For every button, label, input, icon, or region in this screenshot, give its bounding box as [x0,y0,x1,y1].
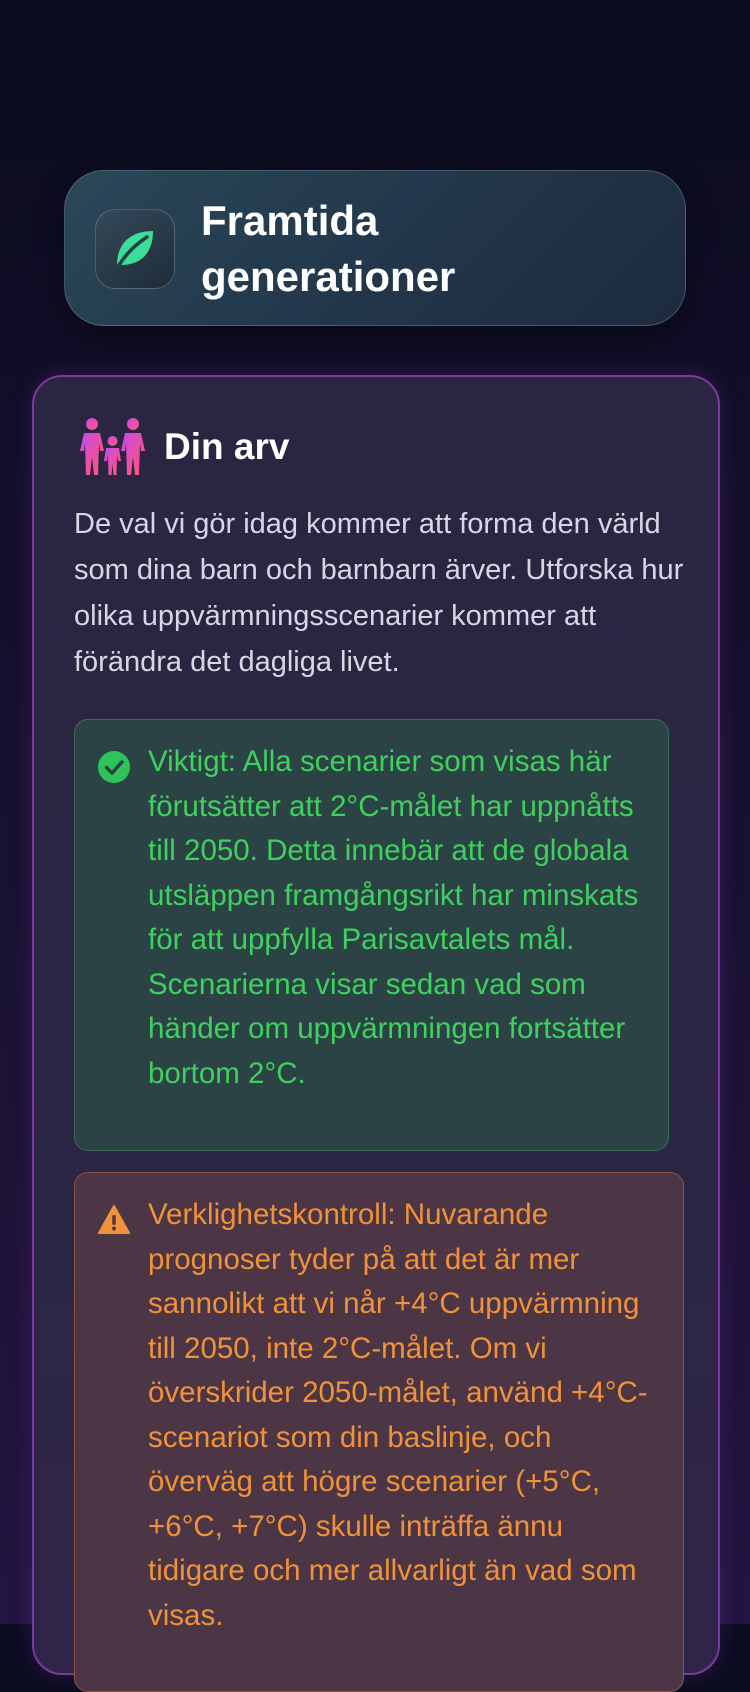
section-header: Din arv [78,417,289,477]
reality-check-notice: Verklighetskontroll: Nuvarande prognoser… [74,1172,684,1692]
page-title: Framtida generationer [201,197,456,300]
check-circle-icon [98,751,130,783]
header-card: Framtida generationer [64,170,686,326]
leaf-icon [117,231,153,267]
important-text: Viktigt: Alla scenarier som visas här fö… [148,745,639,1090]
legacy-card: Din arv De val vi gör idag kommer att fo… [32,375,720,1692]
warning-icon [98,1205,130,1234]
family-icon [80,418,145,475]
intro-text: De val vi gör idag kommer att forma den … [74,508,684,678]
reality-check-text: Verklighetskontroll: Nuvarande prognoser… [148,1198,648,1632]
important-notice: Viktigt: Alla scenarier som visas här fö… [74,719,669,1151]
section-title: Din arv [164,426,290,467]
app-icon [95,209,175,289]
